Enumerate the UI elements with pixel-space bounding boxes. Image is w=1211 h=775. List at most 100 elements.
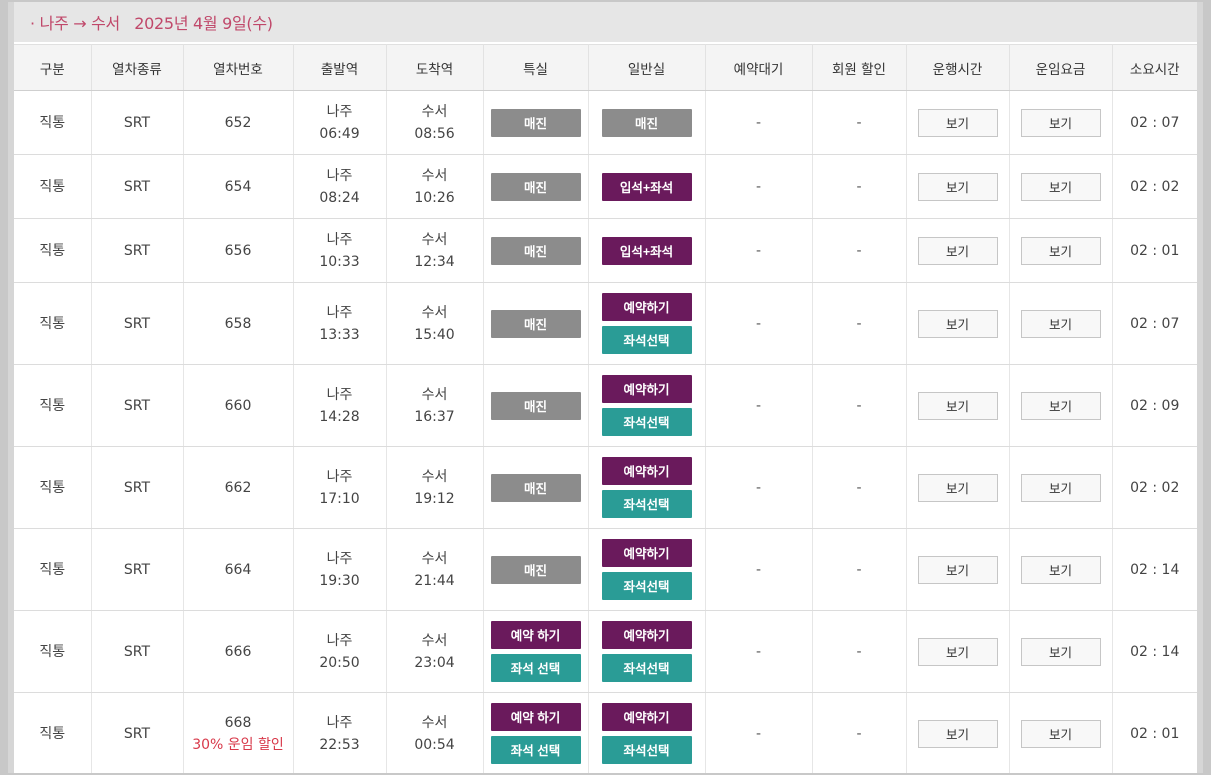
- fare-cell: 보기: [1009, 446, 1113, 529]
- member-discount-cell-text: -: [856, 114, 862, 131]
- category-cell-text: 직통: [39, 643, 66, 660]
- fare-view-button[interactable]: 보기: [1020, 172, 1101, 201]
- duration-cell-text: 02 : 14: [1130, 643, 1180, 660]
- fare-view-button[interactable]: 보기: [1020, 309, 1101, 338]
- schedule-cell: 보기: [906, 218, 1010, 283]
- col-header-special-class: 특실: [483, 44, 589, 91]
- duration-cell: 02 : 07: [1112, 90, 1197, 155]
- arrival-time: 16:37: [414, 408, 455, 425]
- train-type-cell-text: SRT: [123, 178, 151, 195]
- train-number: 656: [224, 242, 252, 259]
- category-cell: 직통: [14, 364, 92, 447]
- departure-time: 14:28: [319, 408, 360, 425]
- fare-view-button[interactable]: 보기: [1020, 719, 1101, 748]
- fare-view-button[interactable]: 보기: [1020, 555, 1101, 584]
- duration-cell-text: 02 : 01: [1130, 242, 1180, 259]
- schedule-view-button[interactable]: 보기: [917, 108, 998, 137]
- arrival-station: 수서: [421, 386, 448, 403]
- train-type-cell: SRT: [91, 528, 184, 611]
- table-row: 직통 SRT 652 나주 06:49 수서 08:56 매진 매진 - - 보기 보기 02 : 07: [14, 90, 1197, 155]
- general-seat-select-button[interactable]: 좌석선택: [601, 326, 692, 354]
- duration-cell-text: 02 : 14: [1130, 561, 1180, 578]
- general-standing-seat-button[interactable]: 입석+좌석: [601, 236, 692, 265]
- train-results-panel: · 나주 → 수서 2025년 4월 9일(수) 구분 열차종류 열차번호 출발…: [8, 2, 1203, 773]
- train-number-cell: 668 30% 운임 할인: [183, 692, 294, 773]
- arrival-cell: 수서 10:26: [386, 154, 484, 219]
- arrival-time: 10:26: [414, 189, 455, 206]
- special-seat-select-button[interactable]: 좌석 선택: [490, 736, 581, 764]
- category-cell-text: 직통: [39, 178, 66, 195]
- departure-station: 나주: [326, 304, 353, 321]
- special-class-cell: 매진: [483, 282, 589, 365]
- general-seat-select-button[interactable]: 좌석선택: [601, 654, 692, 682]
- duration-cell-text: 02 : 07: [1130, 114, 1180, 131]
- waitlist-cell-text: -: [755, 479, 762, 496]
- special-class-cell: 매진: [483, 446, 589, 529]
- general-seat-select-button[interactable]: 좌석선택: [601, 736, 692, 764]
- general-reserve-button[interactable]: 예약하기: [601, 457, 692, 485]
- fare-view-button[interactable]: 보기: [1020, 108, 1101, 137]
- departure-cell: 나주 06:49: [293, 90, 387, 155]
- special-seat-select-button[interactable]: 좌석 선택: [490, 654, 581, 682]
- table-row: 직통 SRT 656 나주 10:33 수서 12:34 매진 입석+좌석 - - 보기 보기 02 : …: [14, 218, 1197, 283]
- table-row: 직통 SRT 666 나주 20:50 수서 23:04 예약 하기 좌석 선택 예약하기 좌석선택…: [14, 610, 1197, 693]
- train-number: 652: [224, 114, 252, 131]
- fare-cell: 보기: [1009, 218, 1113, 283]
- departure-cell: 나주 22:53: [293, 692, 387, 773]
- fare-view-button[interactable]: 보기: [1020, 236, 1101, 265]
- train-number: 654: [224, 178, 252, 195]
- fare-view-button[interactable]: 보기: [1020, 473, 1101, 502]
- fare-cell: 보기: [1009, 154, 1113, 219]
- member-discount-cell: -: [812, 154, 907, 219]
- arrival-cell: 수서 23:04: [386, 610, 484, 693]
- departure-cell: 나주 08:24: [293, 154, 387, 219]
- schedule-view-button[interactable]: 보기: [917, 473, 998, 502]
- schedule-view-button[interactable]: 보기: [917, 391, 998, 420]
- waitlist-cell: -: [705, 364, 813, 447]
- schedule-view-button[interactable]: 보기: [917, 172, 998, 201]
- special-reserve-button[interactable]: 예약 하기: [490, 621, 581, 649]
- duration-cell: 02 : 14: [1112, 528, 1197, 611]
- special-class-cell: 예약 하기좌석 선택: [483, 610, 589, 693]
- waitlist-cell-text: -: [755, 397, 762, 414]
- fare-view-button[interactable]: 보기: [1020, 637, 1101, 666]
- arrival-time: 08:56: [414, 125, 455, 142]
- schedule-view-button[interactable]: 보기: [917, 637, 998, 666]
- departure-cell: 나주 14:28: [293, 364, 387, 447]
- special-reserve-button[interactable]: 예약 하기: [490, 703, 581, 731]
- schedule-cell: 보기: [906, 610, 1010, 693]
- schedule-view-button[interactable]: 보기: [917, 719, 998, 748]
- general-reserve-button[interactable]: 예약하기: [601, 621, 692, 649]
- departure-time: 19:30: [319, 572, 360, 589]
- schedule-view-button[interactable]: 보기: [917, 236, 998, 265]
- arrival-cell: 수서 15:40: [386, 282, 484, 365]
- general-reserve-button[interactable]: 예약하기: [601, 375, 692, 403]
- general-reserve-button[interactable]: 예약하기: [601, 293, 692, 321]
- general-seat-select-button[interactable]: 좌석선택: [601, 572, 692, 600]
- category-cell: 직통: [14, 154, 92, 219]
- member-discount-cell: -: [812, 90, 907, 155]
- member-discount-cell: -: [812, 528, 907, 611]
- table-row: 직통 SRT 664 나주 19:30 수서 21:44 매진 예약하기 좌석선택 - - 보기 보기 02…: [14, 528, 1197, 611]
- waitlist-cell: -: [705, 692, 813, 773]
- arrival-station: 수서: [421, 632, 448, 649]
- train-type-cell: SRT: [91, 364, 184, 447]
- duration-cell-text: 02 : 07: [1130, 315, 1180, 332]
- departure-cell: 나주 20:50: [293, 610, 387, 693]
- general-reserve-button[interactable]: 예약하기: [601, 539, 692, 567]
- general-reserve-button[interactable]: 예약하기: [601, 703, 692, 731]
- arrival-time: 12:34: [414, 253, 455, 270]
- general-seat-select-button[interactable]: 좌석선택: [601, 408, 692, 436]
- train-type-cell: SRT: [91, 282, 184, 365]
- member-discount-cell-text: -: [856, 315, 862, 332]
- waitlist-cell-text: -: [755, 114, 762, 131]
- category-cell: 직통: [14, 282, 92, 365]
- schedule-view-button[interactable]: 보기: [917, 555, 998, 584]
- fare-cell: 보기: [1009, 610, 1113, 693]
- fare-view-button[interactable]: 보기: [1020, 391, 1101, 420]
- duration-cell: 02 : 02: [1112, 154, 1197, 219]
- schedule-view-button[interactable]: 보기: [917, 309, 998, 338]
- general-standing-seat-button[interactable]: 입석+좌석: [601, 172, 692, 201]
- duration-cell: 02 : 01: [1112, 218, 1197, 283]
- general-seat-select-button[interactable]: 좌석선택: [601, 490, 692, 518]
